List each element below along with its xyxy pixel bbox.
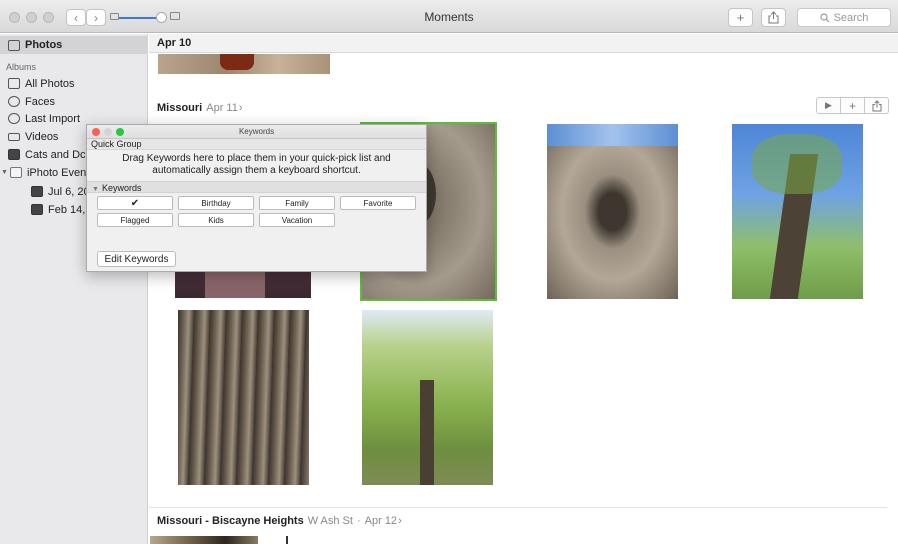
photo-thumbnail[interactable] [732,124,863,299]
photo-thumbnail[interactable] [547,124,678,299]
sidebar-item-all-photos[interactable]: All Photos [0,75,148,92]
clock-icon [8,113,20,124]
photo-detail [752,134,842,194]
keyword-kids[interactable]: Kids [178,213,254,227]
date-header: Apr 10 [149,34,898,53]
event-thumbnail-icon [31,186,43,197]
folder-icon [9,167,22,178]
quick-group-dropzone[interactable]: Drag Keywords here to place them in your… [87,150,426,181]
film-icon [8,132,20,141]
quick-group-label: Quick Group [87,139,426,150]
album-icon [8,149,20,160]
event-thumbnail-icon [31,204,43,215]
keyword-birthday[interactable]: Birthday [178,196,254,210]
keyword-family[interactable]: Family [259,196,335,210]
moments-view: Apr 10 Missouri Apr 11› ▶ + Missouri - Bi… [149,34,898,544]
keywords-grid: ✔ Birthday Family Favorite Flagged Kids … [87,193,426,233]
close-panel-icon[interactable] [92,128,100,136]
zoom-panel-icon[interactable] [116,128,124,136]
albums-section-label: Albums [6,62,37,72]
sidebar-item-label: Videos [25,130,59,143]
keyword-vacation[interactable]: Vacation [259,213,335,227]
search-placeholder: Search [833,11,869,24]
chevron-right-icon: › [398,515,402,527]
sidebar-item-label: iPhoto Even [26,166,87,179]
keyword-favorite[interactable]: Favorite [340,196,416,210]
moment-date: Apr 12 [364,515,398,527]
photo-thumbnail[interactable] [158,54,330,74]
search-field[interactable]: Search [797,8,891,27]
sidebar-item-label: All Photos [25,77,75,90]
disclosure-triangle-icon[interactable]: ▼ [92,186,99,193]
share-icon [872,99,881,111]
keywords-panel-title: Keywords [238,127,275,136]
edit-keywords-button[interactable]: Edit Keywords [97,251,176,267]
separator-dot: · [356,515,361,527]
share-button[interactable] [761,8,786,27]
minimize-panel-icon [104,128,112,136]
moment-location: W Ash St [307,515,353,527]
keywords-panel-titlebar[interactable]: Keywords [87,125,426,139]
disclosure-triangle-icon[interactable]: ▼ [1,169,8,176]
keywords-section-label: Keywords [101,183,142,193]
slideshow-button[interactable]: ▶ [816,97,841,114]
photo-thumbnail[interactable] [150,536,258,544]
help-text-line: Drag Keywords here to place them in your… [122,153,391,164]
photo-detail [420,380,434,485]
moment-header[interactable]: Missouri - Biscayne Heights W Ash St · Apr … [157,515,402,527]
title-bar: ‹ › Moments + Search [0,0,898,33]
moment-header[interactable]: Missouri Apr 11› [157,102,243,114]
keywords-section-header[interactable]: ▼ Keywords [87,181,426,193]
moment-place: Missouri [157,102,203,114]
sidebar-item-label: Faces [25,95,55,108]
keywords-panel: Keywords Quick Group Drag Keywords here … [86,124,427,272]
photo-detail [547,124,678,146]
grid-icon [8,78,20,89]
photo-thumbnail[interactable] [178,310,309,485]
sidebar-item-label: Cats and Dc [25,148,86,161]
sidebar-item-label: Last Import [25,112,81,125]
sidebar-item-faces[interactable]: Faces [0,93,148,110]
sidebar-item-label: Photos [25,39,63,51]
moment-date: Apr 11 [206,102,238,114]
photo-detail [220,54,254,70]
keyword-checkmark[interactable]: ✔ [97,196,173,210]
sidebar: Photos Albums All Photos Faces Last Impo… [0,34,148,544]
face-icon [8,96,20,107]
keyword-flagged[interactable]: Flagged [97,213,173,227]
photo-thumbnail[interactable] [362,310,493,485]
add-to-button[interactable]: + [840,97,865,114]
search-icon [819,12,829,22]
add-button[interactable]: + [728,8,753,27]
moment-divider [149,507,887,508]
sidebar-item-photos[interactable]: Photos [0,36,148,54]
moment-share-button[interactable] [864,97,889,114]
photo-thumbnail[interactable] [286,536,288,544]
moment-place: Missouri - Biscayne Heights [157,515,304,527]
photos-icon [8,39,20,51]
share-icon [768,11,779,24]
sidebar-item-label: Jul 6, 20 [48,185,90,198]
help-text-line: automatically assign them a keyboard sho… [152,165,361,176]
chevron-right-icon: › [238,102,243,114]
